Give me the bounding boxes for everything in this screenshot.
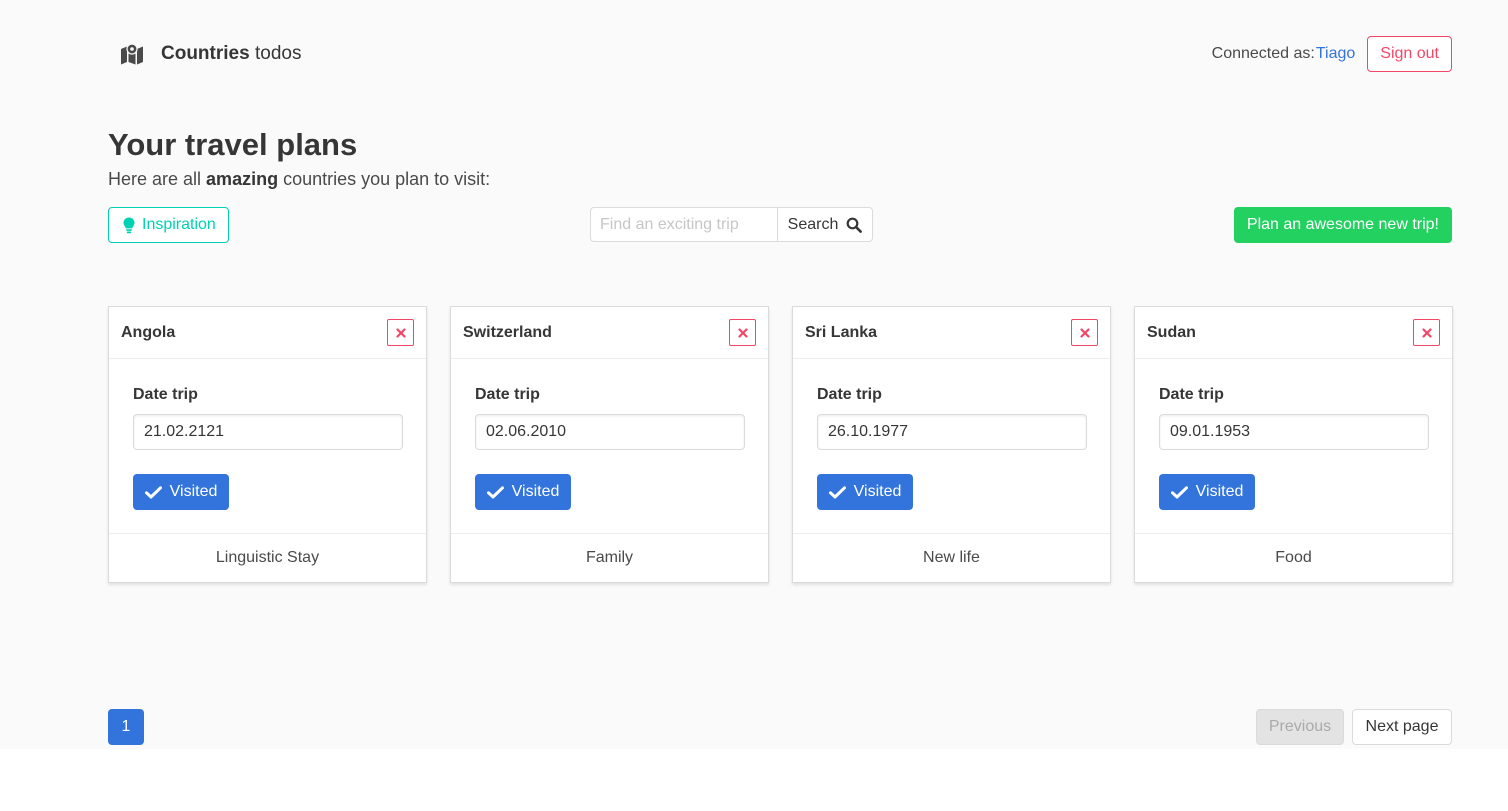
delete-button[interactable] <box>387 319 414 346</box>
app-background: Countries todos Connected as: Tiago Sign… <box>0 0 1508 749</box>
inspiration-label: Inspiration <box>142 216 216 233</box>
visited-label: Visited <box>853 483 902 500</box>
pagination-page-1[interactable]: 1 <box>108 709 144 745</box>
card-body: Date trip Visited <box>109 359 426 535</box>
trip-card: Angola Date trip Visited Linguistic Stay <box>108 306 427 583</box>
card-header: Angola <box>109 307 426 359</box>
card-body: Date trip Visited <box>451 359 768 535</box>
date-input[interactable] <box>1159 414 1429 450</box>
card-body: Date trip Visited <box>1135 359 1452 535</box>
visited-label: Visited <box>511 483 560 500</box>
date-input[interactable] <box>133 414 403 450</box>
close-icon <box>395 327 406 338</box>
search-icon <box>846 217 863 233</box>
check-icon <box>486 485 504 498</box>
trip-cards: Angola Date trip Visited Linguistic Stay <box>108 306 1453 583</box>
page-title: Your travel plans <box>108 127 358 162</box>
previous-page-button[interactable]: Previous <box>1256 709 1344 745</box>
card-header: Switzerland <box>451 307 768 359</box>
country-name: Sri Lanka <box>805 323 878 341</box>
date-label: Date trip <box>475 386 540 403</box>
visited-button[interactable]: Visited <box>475 474 571 510</box>
subtitle-after: countries you plan to visit: <box>278 169 491 189</box>
connected-as-label: Connected as: <box>1211 45 1315 62</box>
card-body: Date trip Visited <box>793 359 1110 535</box>
country-name: Switzerland <box>463 323 552 341</box>
date-input[interactable] <box>817 414 1087 450</box>
close-icon <box>1421 327 1432 338</box>
close-icon <box>737 327 748 338</box>
check-icon <box>1170 485 1188 498</box>
user-area: Connected as: Tiago Sign out <box>1212 36 1452 72</box>
category-label: New life <box>793 533 1110 582</box>
visited-button[interactable]: Visited <box>1159 474 1255 510</box>
brand[interactable]: Countries todos <box>120 42 301 66</box>
brand-name: Countries todos <box>161 43 301 65</box>
card-header: Sudan <box>1135 307 1452 359</box>
date-label: Date trip <box>1159 386 1224 403</box>
subtitle-bold: amazing <box>206 169 279 189</box>
sign-out-button[interactable]: Sign out <box>1367 36 1452 72</box>
next-page-button[interactable]: Next page <box>1352 709 1452 745</box>
category-label: Linguistic Stay <box>109 533 426 582</box>
search-button[interactable]: Search <box>777 207 873 242</box>
date-label: Date trip <box>817 386 882 403</box>
delete-button[interactable] <box>1413 319 1440 346</box>
visited-button[interactable]: Visited <box>817 474 913 510</box>
country-name: Sudan <box>1147 323 1196 341</box>
country-name: Angola <box>121 323 176 341</box>
page-subtitle: Here are all amazing countries you plan … <box>108 169 490 190</box>
trip-card: Switzerland Date trip Visited Family <box>450 306 769 583</box>
category-label: Food <box>1135 533 1452 582</box>
search-label: Search <box>787 215 839 233</box>
lightbulb-icon <box>123 217 135 233</box>
delete-button[interactable] <box>1071 319 1098 346</box>
trip-card: Sudan Date trip Visited Food <box>1134 306 1453 583</box>
user-link[interactable]: Tiago <box>1316 45 1355 63</box>
check-icon <box>828 485 846 498</box>
delete-button[interactable] <box>729 319 756 346</box>
subtitle-before: Here are all <box>108 169 207 189</box>
check-icon <box>144 485 162 498</box>
new-trip-button[interactable]: Plan an awesome new trip! <box>1233 207 1452 243</box>
search-input[interactable] <box>590 207 777 242</box>
category-label: Family <box>451 533 768 582</box>
trip-card: Sri Lanka Date trip Visited New life <box>792 306 1111 583</box>
date-input[interactable] <box>475 414 745 450</box>
search-bar: Search <box>590 207 873 242</box>
visited-button[interactable]: Visited <box>133 474 229 510</box>
brand-name-light: todos <box>254 43 302 64</box>
card-header: Sri Lanka <box>793 307 1110 359</box>
brand-name-bold: Countries <box>161 43 250 64</box>
map-icon <box>121 43 143 65</box>
visited-label: Visited <box>169 483 218 500</box>
date-label: Date trip <box>133 386 198 403</box>
visited-label: Visited <box>1195 483 1244 500</box>
close-icon <box>1079 327 1090 338</box>
inspiration-button[interactable]: Inspiration <box>108 207 229 243</box>
